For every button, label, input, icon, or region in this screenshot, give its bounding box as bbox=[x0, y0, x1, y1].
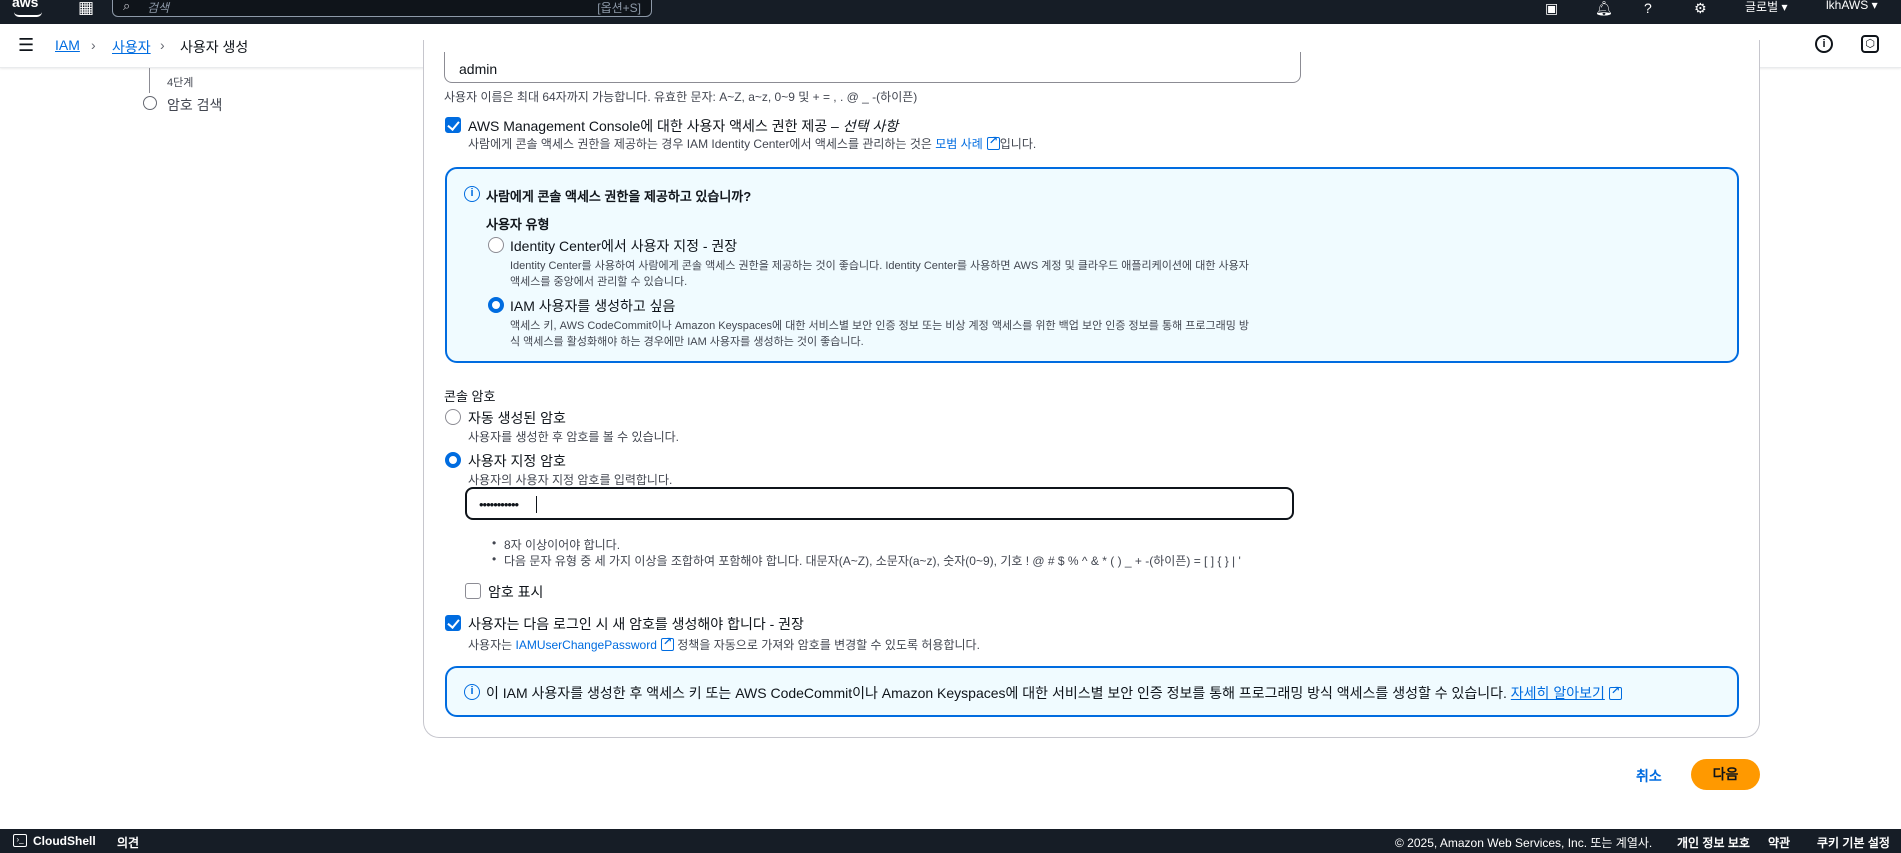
search-input[interactable]: ⌕ 검색 [옵션+S] bbox=[112, 0, 652, 17]
custom-password-label[interactable]: 사용자 지정 암호 bbox=[468, 451, 566, 471]
cancel-button[interactable]: 취소 bbox=[1636, 766, 1662, 786]
privacy-link[interactable]: 개인 정보 보호 bbox=[1677, 834, 1750, 851]
console-access-desc: 사람에게 콘솔 액세스 권한을 제공하는 경우 IAM Identity Cen… bbox=[468, 134, 1036, 152]
step-number: 4단계 bbox=[167, 77, 194, 89]
search-shortcut: [옵션+S] bbox=[597, 1, 641, 15]
info-icon: i bbox=[464, 684, 480, 700]
top-navigation-bar: aws ▦ ⌕ 검색 [옵션+S] ▣ 🔔︎ ? ⚙ 글로벌 ▾ lkhAWS … bbox=[0, 0, 1901, 24]
iam-user-desc-1: 액세스 키, AWS CodeCommit이나 Amazon Keyspaces… bbox=[510, 320, 1250, 332]
aws-logo[interactable]: aws bbox=[12, 0, 43, 17]
username-input[interactable]: admin bbox=[444, 52, 1301, 83]
menu-icon[interactable]: ☰ bbox=[18, 35, 34, 56]
external-link-icon bbox=[1608, 684, 1622, 700]
text-caret bbox=[536, 496, 537, 513]
username-value: admin bbox=[459, 61, 498, 77]
auto-password-radio[interactable] bbox=[445, 409, 461, 425]
step-title[interactable]: 암호 검색 bbox=[167, 95, 222, 115]
info-icon: i bbox=[464, 186, 480, 202]
custom-password-desc: 사용자의 사용자 지정 암호를 입력합니다. bbox=[468, 473, 673, 487]
identity-center-desc-2: 액세스를 중앙에서 관리할 수 있습니다. bbox=[510, 276, 688, 288]
reset-password-checkbox[interactable] bbox=[445, 615, 461, 631]
programmatic-access-text: 이 IAM 사용자를 생성한 후 액세스 키 또는 AWS CodeCommit… bbox=[486, 683, 1622, 703]
step-indicator bbox=[143, 96, 157, 110]
region-selector[interactable]: 글로벌 ▾ bbox=[1745, 0, 1787, 15]
search-placeholder: 검색 bbox=[147, 1, 170, 15]
copyright-text: © 2025, Amazon Web Services, Inc. 또는 계열사… bbox=[1395, 836, 1653, 850]
password-value: ••••••••••• bbox=[479, 497, 519, 512]
console-access-label[interactable]: AWS Management Console에 대한 사용자 액세스 권한 제공… bbox=[468, 116, 898, 136]
learn-more-link[interactable]: 자세히 알아보기 bbox=[1511, 685, 1605, 701]
policy-link[interactable]: IAMUserChangePassword bbox=[516, 638, 657, 652]
password-input[interactable]: ••••••••••• bbox=[465, 487, 1294, 520]
chevron-right-icon: › bbox=[160, 37, 165, 53]
services-grid-icon[interactable]: ▦ bbox=[78, 0, 94, 18]
info-title: 사람에게 콘솔 액세스 권한을 제공하고 있습니까? bbox=[486, 189, 752, 204]
account-menu[interactable]: lkhAWS ▾ bbox=[1826, 0, 1878, 12]
cloudshell-icon[interactable]: ›_ bbox=[13, 834, 27, 847]
help-icon[interactable]: ? bbox=[1644, 0, 1652, 16]
chevron-right-icon: › bbox=[91, 37, 96, 53]
cloudshell-icon[interactable]: ▣ bbox=[1545, 0, 1558, 17]
identity-center-radio[interactable] bbox=[488, 237, 504, 253]
auto-password-desc: 사용자를 생성한 후 암호를 볼 수 있습니다. bbox=[468, 430, 680, 444]
iam-user-desc-2: 식 액세스를 활성화해야 하는 경우에만 IAM 사용자를 생성하는 것이 좋습… bbox=[510, 336, 864, 348]
gear-icon[interactable]: ⚙ bbox=[1694, 0, 1707, 17]
show-password-label[interactable]: 암호 표시 bbox=[488, 582, 543, 602]
password-rule-2: 다음 문자 유형 중 세 가지 이상을 조합하여 포함해야 합니다. 대문자(A… bbox=[492, 552, 1241, 569]
breadcrumb-users[interactable]: 사용자 bbox=[112, 37, 151, 57]
programmatic-access-info-box: i 이 IAM 사용자를 생성한 후 액세스 키 또는 AWS CodeComm… bbox=[445, 666, 1739, 717]
custom-password-radio[interactable] bbox=[445, 452, 461, 468]
external-link-icon bbox=[986, 134, 1000, 150]
best-practice-link[interactable]: 모범 사례 bbox=[935, 137, 983, 151]
identity-center-desc-1: Identity Center를 사용하여 사람에게 콘솔 액세스 권한을 제공… bbox=[510, 260, 1249, 272]
terms-link[interactable]: 약관 bbox=[1768, 834, 1790, 851]
reset-password-desc: 사용자는 IAMUserChangePassword 정책을 자동으로 가져와 … bbox=[468, 635, 980, 653]
cookie-preferences-link[interactable]: 쿠키 기본 설정 bbox=[1817, 834, 1890, 851]
step-connector bbox=[149, 68, 150, 93]
next-button[interactable]: 다음 bbox=[1691, 759, 1760, 790]
info-icon[interactable]: i bbox=[1815, 35, 1833, 53]
search-icon: ⌕ bbox=[123, 0, 131, 13]
console-access-info-box: i 사람에게 콘솔 액세스 권한을 제공하고 있습니까? 사용자 유형 Iden… bbox=[445, 167, 1739, 363]
reset-password-label[interactable]: 사용자는 다음 로그인 시 새 암호를 생성해야 합니다 - 권장 bbox=[468, 614, 804, 634]
user-type-label: 사용자 유형 bbox=[486, 217, 550, 232]
password-rule-1: 8자 이상이어야 합니다. bbox=[492, 536, 620, 553]
show-password-checkbox[interactable] bbox=[465, 583, 481, 599]
auto-password-label[interactable]: 자동 생성된 암호 bbox=[468, 408, 566, 428]
external-link-icon bbox=[660, 635, 674, 651]
console-password-label: 콘솔 암호 bbox=[444, 389, 496, 404]
settings-icon[interactable]: ⬡ bbox=[1861, 35, 1879, 53]
bell-icon[interactable]: 🔔︎ bbox=[1595, 0, 1613, 17]
console-access-checkbox[interactable] bbox=[445, 117, 461, 133]
iam-user-label[interactable]: IAM 사용자를 생성하고 싶음 bbox=[510, 296, 675, 316]
breadcrumb-iam[interactable]: IAM bbox=[55, 37, 80, 53]
breadcrumb-current: 사용자 생성 bbox=[180, 39, 249, 55]
iam-user-radio[interactable] bbox=[488, 297, 504, 313]
username-hint: 사용자 이름은 최대 64자까지 가능합니다. 유효한 문자: A~Z, a~z… bbox=[444, 90, 918, 104]
footer-bar: ›_ CloudShell 의견 © 2025, Amazon Web Serv… bbox=[0, 829, 1901, 853]
feedback-link[interactable]: 의견 bbox=[117, 834, 139, 851]
identity-center-label[interactable]: Identity Center에서 사용자 지정 - 권장 bbox=[510, 236, 737, 256]
cloudshell-link[interactable]: CloudShell bbox=[33, 834, 96, 848]
